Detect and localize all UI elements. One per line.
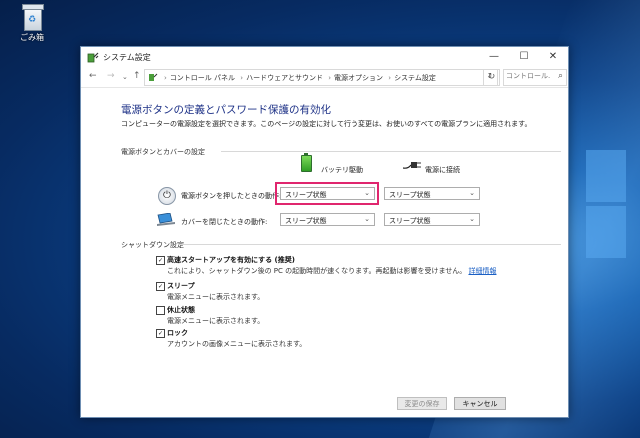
search-input[interactable] xyxy=(506,72,550,80)
lid-close-action-label: カバーを閉じたときの動作: xyxy=(181,218,268,226)
laptop-lid-icon xyxy=(157,213,175,226)
search-icon: ⌕ xyxy=(557,71,563,81)
learn-more-link[interactable]: 詳細情報 xyxy=(468,267,496,275)
breadcrumb-power-options[interactable]: 電源オプション xyxy=(334,74,383,82)
main-content: 電源ボタンの定義とパスワード保護の有効化 コンピューターの電源設定を選択できます… xyxy=(81,88,568,417)
lock-checkbox[interactable]: ✓ xyxy=(156,329,165,338)
dropdown-arrow-icon: ⌄ xyxy=(364,189,370,197)
lid-plugged-select[interactable]: スリープ状態 ⌄ xyxy=(384,213,480,226)
breadcrumb-control-panel[interactable]: コントロール パネル xyxy=(170,74,235,82)
sleep-checkbox[interactable]: ✓ xyxy=(156,282,165,291)
recycle-bin-icon: ♻ xyxy=(21,4,44,31)
page-description: コンピューターの電源設定を選択できます。このページの設定に対して行う変更は、お使… xyxy=(121,120,532,128)
refresh-icon[interactable]: ↻ xyxy=(483,69,500,86)
title-bar[interactable]: システム設定 — ☐ ✕ xyxy=(81,47,568,67)
windows-logo-pane xyxy=(586,150,626,202)
hibernate-checkbox[interactable] xyxy=(156,306,165,315)
window-title: システム設定 xyxy=(103,53,151,62)
back-arrow-icon[interactable]: ← xyxy=(89,71,97,81)
minimize-button[interactable]: — xyxy=(479,47,509,67)
page-title: 電源ボタンの定義とパスワード保護の有効化 xyxy=(121,104,331,116)
column-battery: バッテリ駆動 xyxy=(321,166,363,174)
recycle-bin-desktop-icon[interactable]: ♻ ごみ箱 xyxy=(6,4,58,43)
recycle-bin-label: ごみ箱 xyxy=(20,33,44,42)
sleep-title: スリープ xyxy=(167,282,195,290)
search-field[interactable]: ⌕ xyxy=(503,69,567,86)
close-button[interactable]: ✕ xyxy=(538,47,568,67)
address-field[interactable]: › コントロール パネル › ハードウェアとサウンド › 電源オプション › システム設… xyxy=(144,69,498,86)
plug-icon xyxy=(403,162,421,169)
section-power-buttons-label: 電源ボタンとカバーの設定 xyxy=(121,148,205,156)
recent-chevron-icon[interactable]: ⌄ xyxy=(122,73,128,81)
lock-title: ロック xyxy=(167,329,188,337)
control-panel-icon xyxy=(149,73,158,81)
column-plugged-in: 電源に接続 xyxy=(425,166,460,174)
breadcrumb: › コントロール パネル › ハードウェアとサウンド › 電源オプション › システム設… xyxy=(164,74,436,82)
save-changes-button[interactable]: 変更の保存 xyxy=(397,397,447,410)
cancel-button[interactable]: キャンセル xyxy=(454,397,506,410)
dropdown-arrow-icon: ⌄ xyxy=(469,215,475,223)
section-shutdown-label: シャットダウン設定 xyxy=(121,241,184,249)
dropdown-arrow-icon: ⌄ xyxy=(364,215,370,223)
up-arrow-icon[interactable]: ↑ xyxy=(133,71,141,81)
hibernate-description: 電源メニューに表示されます。 xyxy=(167,317,265,325)
section-shutdown: シャットダウン設定 xyxy=(121,240,561,250)
section-power-buttons: 電源ボタンとカバーの設定 xyxy=(121,147,561,157)
fast-startup-description: これにより、シャットダウン後の PC の起動時間が速くなります。再起動は影響を受… xyxy=(167,267,497,275)
sleep-description: 電源メニューに表示されます。 xyxy=(167,293,265,301)
power-options-icon xyxy=(87,52,99,63)
maximize-button[interactable]: ☐ xyxy=(509,47,539,67)
system-settings-window: システム設定 — ☐ ✕ ← → ⌄ ↑ › コントロール パネル › ハードウェア… xyxy=(80,46,569,418)
address-bar: ← → ⌄ ↑ › コントロール パネル › ハードウェアとサウンド › 電源オプショ… xyxy=(81,67,568,88)
windows-logo-pane xyxy=(586,206,626,258)
power-button-icon: ⏻ xyxy=(158,187,176,205)
lock-description: アカウントの画像メニューに表示されます。 xyxy=(167,340,307,348)
forward-arrow-icon[interactable]: → xyxy=(107,71,115,81)
breadcrumb-system-settings[interactable]: システム設定 xyxy=(394,74,436,82)
dropdown-arrow-icon: ⌄ xyxy=(469,189,475,197)
power-button-plugged-select[interactable]: スリープ状態 ⌄ xyxy=(384,187,480,200)
hibernate-title: 休止状態 xyxy=(167,306,195,314)
fast-startup-checkbox[interactable]: ✓ xyxy=(156,256,165,265)
power-button-action-label: 電源ボタンを押したときの動作: xyxy=(181,192,282,200)
power-button-battery-select[interactable]: スリープ状態 ⌄ xyxy=(280,187,375,200)
breadcrumb-hardware-sound[interactable]: ハードウェアとサウンド xyxy=(246,74,323,82)
battery-icon xyxy=(301,153,312,172)
lid-battery-select[interactable]: スリープ状態 ⌄ xyxy=(280,213,375,226)
fast-startup-title: 高速スタートアップを有効にする (推奨) xyxy=(167,256,295,264)
